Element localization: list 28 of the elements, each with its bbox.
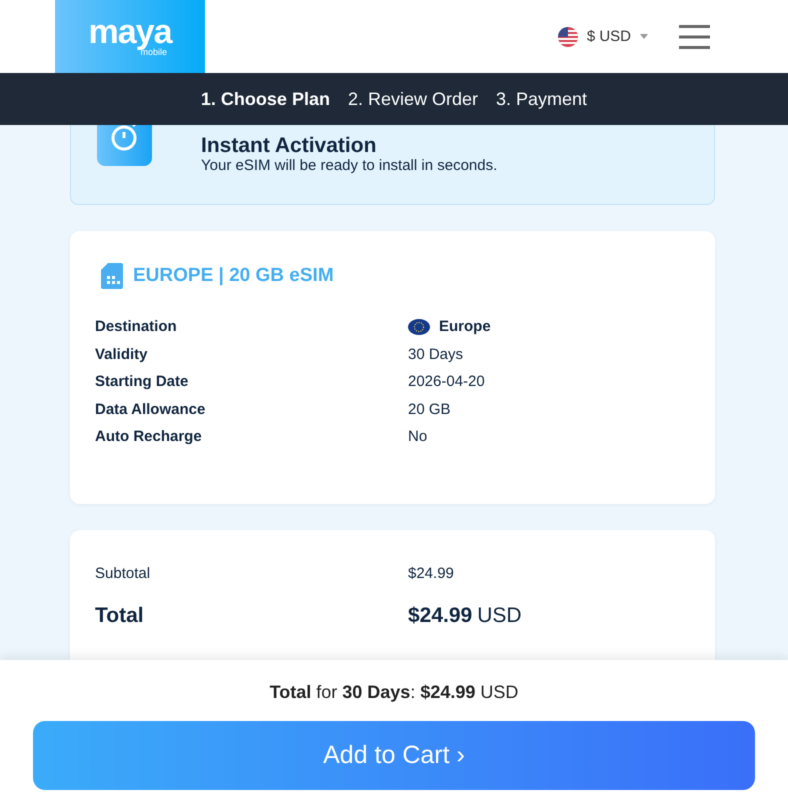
total-value: $24.99	[408, 604, 472, 628]
step-tab[interactable]: 1. Choose Plan	[200, 88, 330, 110]
menu-icon[interactable]	[679, 24, 710, 48]
total-label: Total	[95, 604, 145, 628]
currency-selector[interactable]: $ USD	[586, 28, 631, 45]
total-currency: USD	[477, 604, 522, 628]
detail-value: 2026-04-20	[408, 373, 485, 390]
step-tab[interactable]: 2. Review Order	[348, 88, 478, 110]
detail-value: 30 Days	[408, 346, 464, 363]
detail-label: Validity	[95, 346, 149, 363]
detail-label: Data Allowance	[95, 400, 206, 418]
flag-icon	[558, 26, 578, 46]
activation-title: Instant Activation	[201, 134, 378, 157]
plan-title: EUROPE | 20 GB eSIM	[133, 265, 334, 287]
detail-value: Europe	[439, 318, 491, 336]
detail-label: Starting Date	[95, 373, 190, 390]
activation-text: Your eSIM will be ready to install in seconds.	[201, 157, 498, 174]
sim-card-icon	[101, 263, 123, 289]
caret-icon	[640, 34, 648, 39]
detail-label: Destination	[95, 318, 178, 336]
eu-flag-icon	[408, 318, 430, 335]
detail-value: No	[408, 428, 428, 446]
detail-label: Auto Recharge	[95, 428, 203, 446]
step-tab[interactable]: 3. Payment	[496, 88, 588, 110]
subtotal-label: Subtotal	[95, 565, 152, 582]
detail-value: 20 GB	[408, 400, 451, 418]
total-summary: Total for 30 Days: $24.99 USD	[270, 682, 518, 703]
subtotal-value: $24.99	[408, 565, 454, 582]
